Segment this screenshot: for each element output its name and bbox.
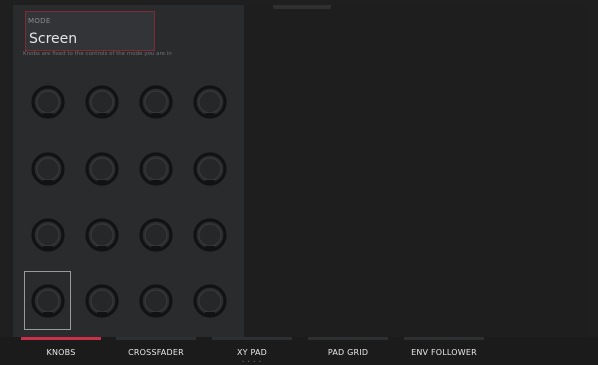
tab-knobs[interactable]: KNOBS (21, 337, 101, 365)
knob[interactable] (84, 151, 120, 187)
knob-icon (193, 152, 227, 186)
mode-value: Screen (29, 31, 78, 47)
knob[interactable] (30, 84, 66, 120)
knob[interactable] (84, 84, 120, 120)
knob-icon (85, 152, 119, 186)
tab-indicator (404, 337, 484, 340)
knob-icon (193, 284, 227, 318)
knobs-hint: Knobs are fixed to the controls of the m… (23, 51, 172, 57)
tab-env-follower[interactable]: ENV FOLLOWER (404, 337, 484, 365)
tab-bar: KNOBS CROSSFADER XY PAD • • • • PAD GRID… (0, 337, 598, 365)
knob[interactable] (138, 84, 174, 120)
tab-label: CROSSFADER (128, 348, 184, 357)
knob-icon (139, 152, 173, 186)
knobs-panel: MODE Screen Knobs are fixed to the contr… (13, 5, 244, 337)
knob[interactable] (30, 283, 66, 319)
knob-icon (31, 218, 65, 252)
tab-indicator (308, 337, 388, 340)
knob-icon (193, 85, 227, 119)
knob[interactable] (30, 151, 66, 187)
knob[interactable] (138, 151, 174, 187)
knob-icon (31, 284, 65, 318)
knob-icon (193, 218, 227, 252)
knob[interactable] (30, 217, 66, 253)
knob-icon (85, 284, 119, 318)
knob-icon (139, 218, 173, 252)
tab-label: XY PAD (236, 348, 268, 357)
knob-icon (139, 85, 173, 119)
mode-selector[interactable]: MODE Screen (25, 11, 155, 51)
knob[interactable] (192, 84, 228, 120)
knob[interactable] (84, 283, 120, 319)
knob-icon (139, 284, 173, 318)
tab-pad-grid[interactable]: PAD GRID (308, 337, 388, 365)
tab-page-dots: • • • • (241, 359, 263, 364)
knob[interactable] (192, 151, 228, 187)
tab-label: ENV FOLLOWER (411, 348, 477, 357)
tab-xy-pad[interactable]: XY PAD • • • • (212, 337, 292, 365)
drawer-handle[interactable] (273, 5, 331, 9)
knob[interactable] (84, 217, 120, 253)
tab-label: KNOBS (46, 348, 76, 357)
knob-icon (31, 85, 65, 119)
mode-label: MODE (28, 17, 51, 25)
knob-icon (85, 218, 119, 252)
knob[interactable] (192, 217, 228, 253)
screen: MODE Screen Knobs are fixed to the contr… (13, 5, 590, 337)
knob[interactable] (138, 217, 174, 253)
knob-icon (85, 85, 119, 119)
tab-label: PAD GRID (327, 348, 369, 357)
knob-icon (31, 152, 65, 186)
tab-indicator (212, 337, 292, 340)
knob[interactable] (192, 283, 228, 319)
tab-indicator (21, 337, 101, 340)
tab-indicator (116, 337, 196, 340)
tab-crossfader[interactable]: CROSSFADER (116, 337, 196, 365)
knob[interactable] (138, 283, 174, 319)
